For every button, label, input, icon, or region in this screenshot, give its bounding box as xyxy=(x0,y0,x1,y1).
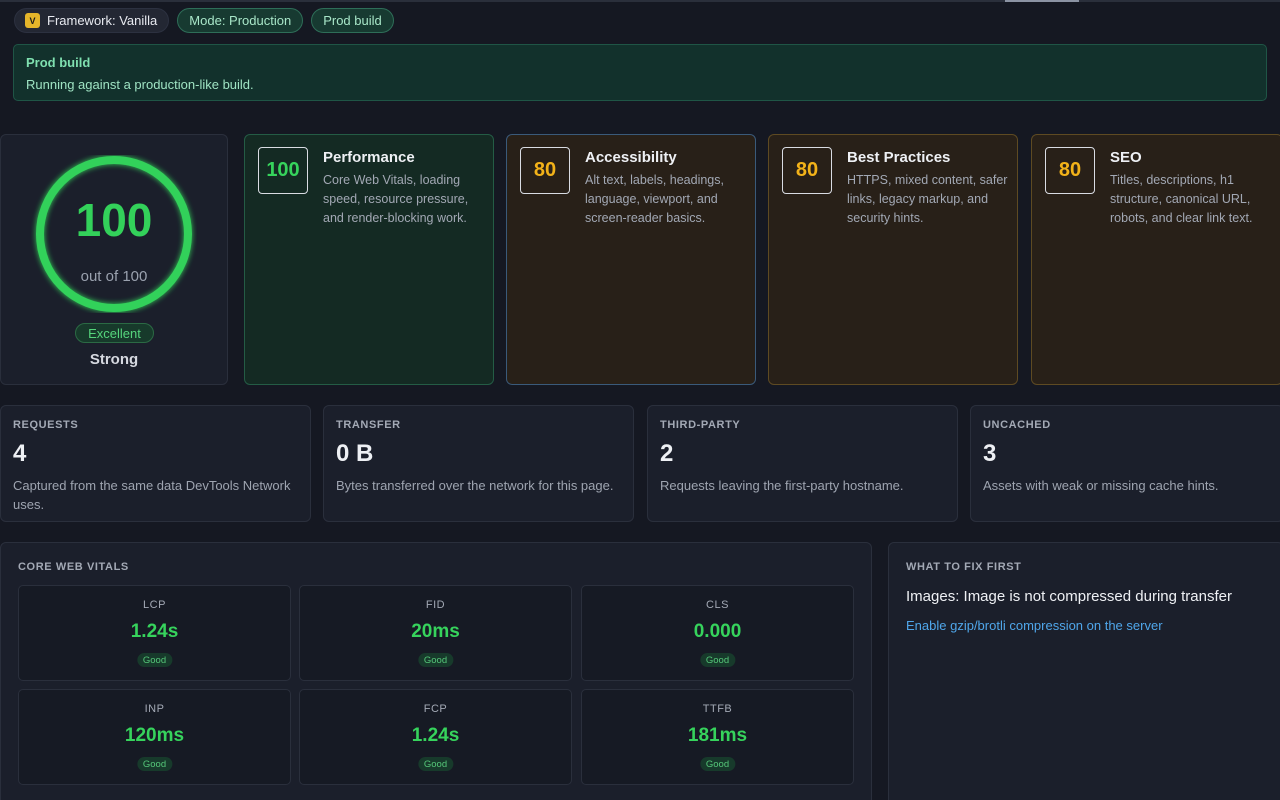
metric-name: LCP xyxy=(143,599,166,611)
metric-status-badge: Good xyxy=(417,757,454,771)
category-score: 80 xyxy=(782,147,832,194)
metric-name: CLS xyxy=(706,599,729,611)
framework-pill-label: Framework: Vanilla xyxy=(47,13,158,28)
section-label: WHAT TO FIX FIRST xyxy=(906,561,1022,573)
metric-name: FID xyxy=(425,599,446,611)
banner-text: Running against a production-like build. xyxy=(26,77,254,92)
metric-card-fcp: FCP 1.24s Good xyxy=(299,689,572,785)
stat-description: Bytes transferred over the network for t… xyxy=(336,478,614,493)
stat-label: TRANSFER xyxy=(336,419,401,431)
stat-label: UNCACHED xyxy=(983,419,1051,431)
metric-name: TTFB xyxy=(702,703,733,715)
fix-first-action-link[interactable]: Enable gzip/brotli compression on the se… xyxy=(906,618,1163,633)
overall-score-value: 100 xyxy=(75,194,153,246)
banner-title: Prod build xyxy=(26,55,91,70)
metric-status-badge: Good xyxy=(136,757,173,771)
metric-name: FCP xyxy=(423,703,448,715)
stat-label: THIRD-PARTY xyxy=(660,419,741,431)
vanilla-logo-icon: V xyxy=(25,13,40,28)
framework-pill[interactable]: V Framework: Vanilla xyxy=(14,8,170,33)
metric-value: 20ms xyxy=(411,621,460,642)
build-banner: Prod build Running against a production-… xyxy=(13,44,1267,101)
category-card-performance[interactable]: 100 Performance Core Web Vitals, loading… xyxy=(244,134,494,385)
overall-score-card: 100 out of 100 Excellent Strong xyxy=(0,134,228,385)
stat-label: REQUESTS xyxy=(13,419,79,431)
stat-description: Captured from the same data DevTools Net… xyxy=(13,478,291,512)
section-label: CORE WEB VITALS xyxy=(18,561,129,573)
category-card-accessibility[interactable]: 80 Accessibility Alt text, labels, headi… xyxy=(506,134,756,385)
metric-status-badge: Good xyxy=(699,653,736,667)
fix-first-panel: WHAT TO FIX FIRST Images: Image is not c… xyxy=(888,542,1280,800)
build-pill[interactable]: Prod build xyxy=(311,8,394,33)
metric-value: 0.000 xyxy=(693,621,742,642)
category-title: Accessibility xyxy=(585,149,677,166)
metric-card-inp: INP 120ms Good xyxy=(18,689,291,785)
metric-status-badge: Good xyxy=(417,653,454,667)
category-title: SEO xyxy=(1110,149,1142,166)
category-score: 80 xyxy=(520,147,570,194)
category-title: Best Practices xyxy=(847,149,951,166)
metric-card-lcp: LCP 1.24s Good xyxy=(18,585,291,681)
stat-value: 3 xyxy=(983,440,997,467)
stat-value: 4 xyxy=(13,440,27,467)
metric-status-badge: Good xyxy=(136,653,173,667)
category-score: 80 xyxy=(1045,147,1095,194)
metric-card-ttfb: TTFB 181ms Good xyxy=(581,689,854,785)
metric-value: 1.24s xyxy=(411,725,460,746)
category-description: Titles, descriptions, h1 structure, cano… xyxy=(1110,173,1253,225)
top-progress-segment xyxy=(1005,0,1079,2)
stat-description: Requests leaving the first-party hostnam… xyxy=(660,478,904,493)
metric-status-badge: Good xyxy=(699,757,736,771)
category-card-best-practices[interactable]: 80 Best Practices HTTPS, mixed content, … xyxy=(768,134,1018,385)
metric-value: 1.24s xyxy=(130,621,179,642)
score-ring: 100 out of 100 xyxy=(31,155,197,313)
core-web-vitals-panel: CORE WEB VITALS LCP 1.24s Good FID 20ms … xyxy=(0,542,872,800)
category-description: Core Web Vitals, loading speed, resource… xyxy=(323,173,469,225)
stat-card-third-party: THIRD-PARTY 2 Requests leaving the first… xyxy=(647,405,958,522)
metric-card-cls: CLS 0.000 Good xyxy=(581,585,854,681)
stat-card-transfer: TRANSFER 0 B Bytes transferred over the … xyxy=(323,405,634,522)
overall-score-scale: out of 100 xyxy=(80,268,148,285)
top-progress-line xyxy=(0,0,1280,2)
stat-description: Assets with weak or missing cache hints. xyxy=(983,478,1219,493)
status-pills: V Framework: Vanilla Mode: Production Pr… xyxy=(14,8,394,33)
category-description: Alt text, labels, headings, language, vi… xyxy=(585,173,724,225)
stat-card-requests: REQUESTS 4 Captured from the same data D… xyxy=(0,405,311,522)
metric-value: 120ms xyxy=(124,725,185,746)
stat-value: 0 B xyxy=(336,440,374,467)
category-description: HTTPS, mixed content, safer links, legac… xyxy=(847,173,1008,225)
category-card-seo[interactable]: 80 SEO Titles, descriptions, h1 structur… xyxy=(1031,134,1280,385)
mode-pill[interactable]: Mode: Production xyxy=(177,8,304,33)
metric-value: 181ms xyxy=(687,725,748,746)
category-title: Performance xyxy=(323,149,415,166)
metric-name: INP xyxy=(144,703,165,715)
stat-card-uncached: UNCACHED 3 Assets with weak or missing c… xyxy=(970,405,1280,522)
fix-first-issue: Images: Image is not compressed during t… xyxy=(906,588,1232,605)
score-rating-badge: Excellent xyxy=(75,323,154,343)
category-score: 100 xyxy=(258,147,308,194)
metric-card-fid: FID 20ms Good xyxy=(299,585,572,681)
score-verdict: Strong xyxy=(89,351,139,368)
stat-value: 2 xyxy=(660,440,674,467)
